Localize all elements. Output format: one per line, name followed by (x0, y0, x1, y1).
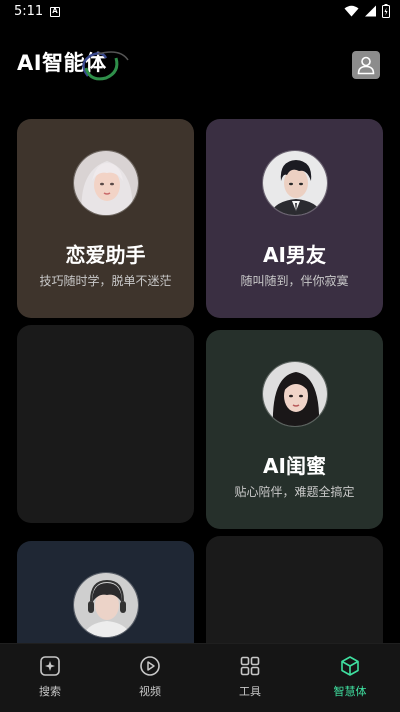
status-bar: 5:11 A (0, 0, 400, 26)
card-title: AI男友 (263, 243, 326, 267)
battery-icon (382, 4, 390, 18)
nav-item-video[interactable]: 视频 (110, 654, 190, 699)
card-ai-bestie[interactable]: AI闺蜜 贴心陪伴，难题全搞定 (206, 330, 383, 529)
sparkle-search-icon (38, 654, 62, 678)
nav-label: 智慧体 (333, 685, 367, 698)
card-title: AI闺蜜 (263, 454, 326, 478)
man-in-suit-avatar (261, 150, 328, 216)
nav-label: 视频 (139, 685, 161, 698)
status-time: 5:11 (14, 4, 44, 19)
nav-item-search[interactable]: 搜索 (10, 654, 90, 699)
card-love-assistant[interactable]: 恋爱助手 技巧随时学，脱单不迷茫 (17, 119, 194, 318)
card-subtitle: 贴心陪伴，难题全搞定 (234, 485, 355, 499)
nav-item-tools[interactable]: 工具 (210, 654, 290, 699)
profile-button[interactable] (352, 51, 380, 79)
card-subtitle: 技巧随时学，脱单不迷茫 (39, 274, 172, 288)
woman-with-dark-hair-avatar (261, 361, 328, 427)
user-icon (357, 56, 375, 75)
status-icons (344, 4, 390, 18)
card-title: 恋爱助手 (65, 243, 146, 267)
card-ai-boyfriend[interactable]: AI男友 随叫随到，伴你寂寞 (206, 119, 383, 318)
title-swoosh-icon (82, 51, 129, 81)
nav-label: 搜索 (39, 685, 61, 698)
nav-label: 工具 (239, 685, 261, 698)
card-empty[interactable] (17, 325, 194, 523)
notification-a-icon: A (50, 7, 60, 17)
man-with-headphones-avatar (72, 572, 139, 638)
bottom-nav: 搜索 视频 工具 智慧体 (0, 643, 400, 712)
wifi-icon (344, 5, 359, 17)
grid-icon (238, 654, 262, 678)
cube-icon (338, 654, 362, 678)
nav-item-agents[interactable]: 智慧体 (310, 654, 390, 699)
woman-with-silver-hair-avatar (72, 150, 139, 216)
signal-icon (365, 5, 376, 17)
play-icon (138, 654, 162, 678)
card-subtitle: 随叫随到，伴你寂寞 (240, 274, 349, 288)
